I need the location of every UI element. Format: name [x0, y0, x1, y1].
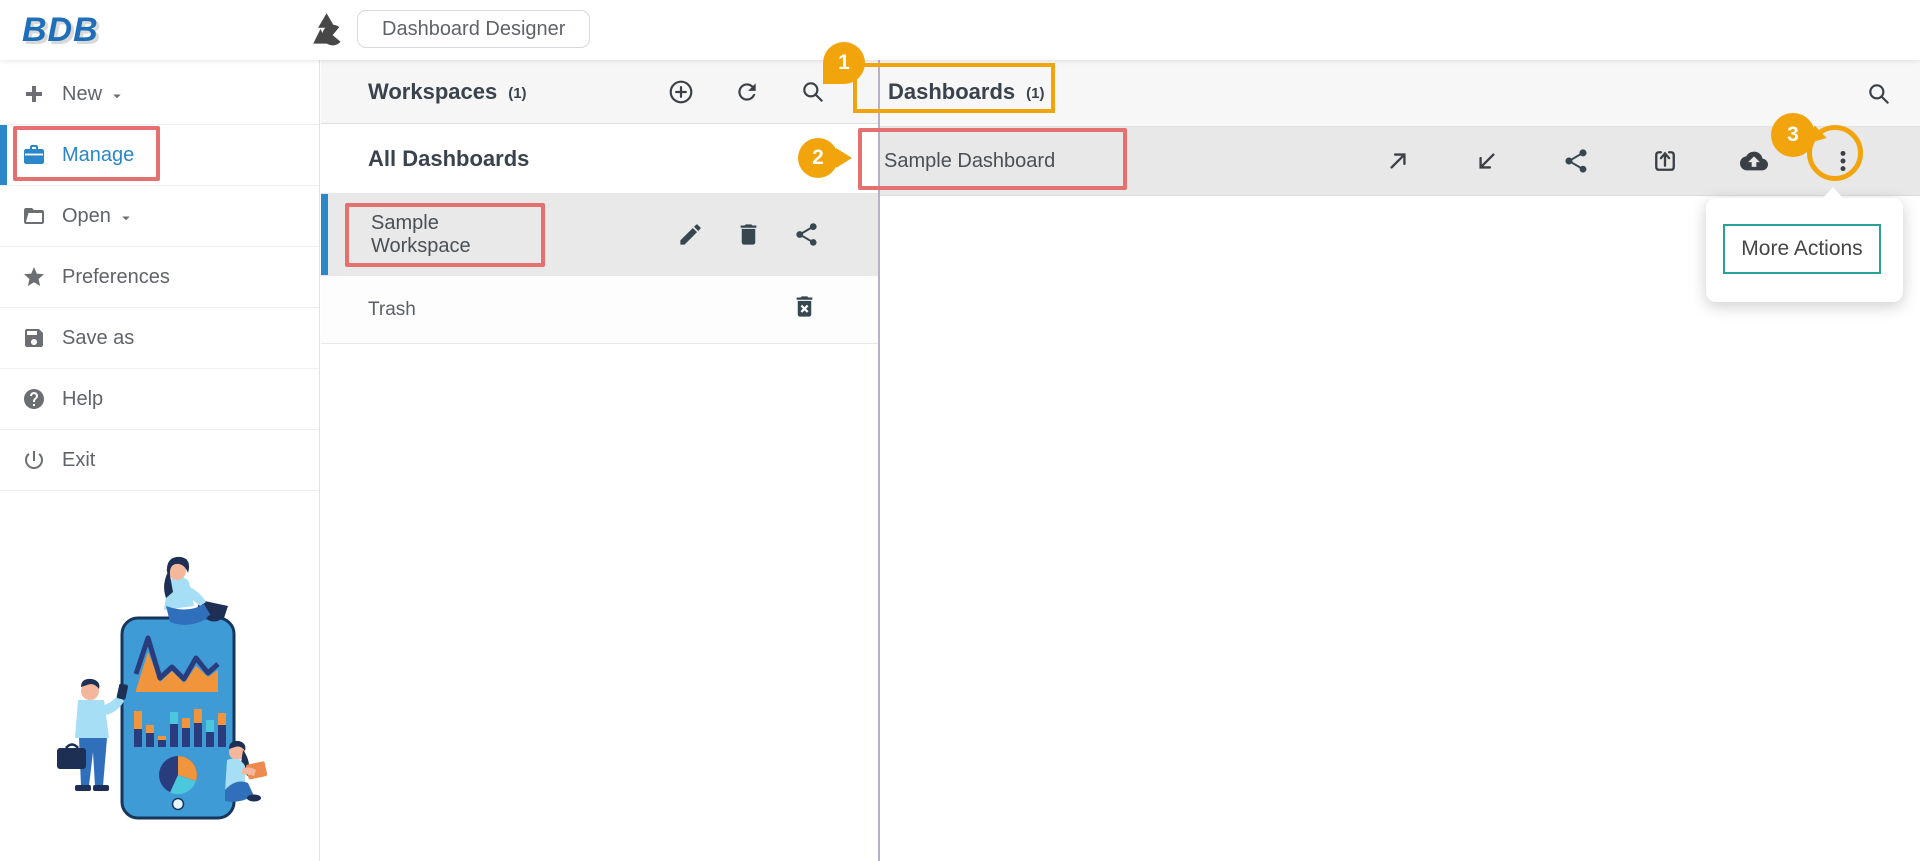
- sidebar-item-manage[interactable]: Manage: [0, 125, 319, 186]
- sidebar-item-label: New: [62, 82, 103, 105]
- badge-number: 3: [1787, 123, 1799, 146]
- topbar: BDB Dashboard Designer: [0, 0, 1920, 60]
- dashboards-header: Dashboards (1): [880, 60, 1920, 127]
- delete-forever-icon[interactable]: [791, 293, 818, 320]
- power-icon: [25, 451, 43, 469]
- sidebar-item-label: Save as: [62, 326, 135, 349]
- help-icon: [24, 389, 44, 409]
- sidebar-item-label: Preferences: [62, 265, 170, 288]
- sidebar-item-open[interactable]: Open: [0, 186, 319, 247]
- search-icon[interactable]: [1866, 81, 1892, 107]
- sidebar-item-label: Manage: [62, 143, 135, 166]
- briefcase-icon: [24, 145, 44, 164]
- analytics-illustration: [30, 540, 280, 830]
- dashboards-panel: Dashboards (1) Sample Dashboard: [880, 60, 1920, 861]
- workspaces-title: Workspaces: [368, 78, 498, 104]
- dashboard-row-sample-dashboard[interactable]: Sample Dashboard: [880, 127, 1920, 196]
- badge-number: 2: [812, 146, 824, 169]
- chevron-down-icon: [122, 216, 130, 220]
- row-label: All Dashboards: [368, 145, 530, 171]
- sidebar-item-help[interactable]: Help: [0, 369, 319, 430]
- dashboard-name: Sample Dashboard: [884, 149, 1056, 172]
- edit-icon[interactable]: [677, 221, 704, 248]
- dashboard-designer-app: BDB Dashboard Designer New Manage Open P…: [0, 0, 1920, 861]
- dashboards-title: Dashboards: [888, 79, 1016, 104]
- chevron-down-icon: [113, 94, 121, 98]
- more-vert-icon[interactable]: [1829, 147, 1857, 175]
- app-title: Dashboard Designer: [357, 10, 591, 48]
- folder-open-icon: [24, 208, 44, 224]
- delete-icon[interactable]: [735, 221, 762, 248]
- sidebar-item-label: Help: [62, 387, 104, 410]
- workspace-name: Sample Workspace: [371, 211, 471, 257]
- plus-icon: [26, 86, 42, 102]
- annotation-step-badge-1: 1: [823, 42, 865, 84]
- workspace-row-trash[interactable]: Trash: [321, 276, 878, 344]
- designer-logo-icon: [313, 13, 341, 46]
- workspaces-count: (1): [508, 84, 527, 102]
- dashboards-count: (1): [1026, 85, 1045, 102]
- sidebar-item-label: Open: [62, 204, 111, 227]
- add-circle-icon[interactable]: [668, 79, 694, 105]
- open-external-icon[interactable]: [1384, 147, 1412, 175]
- bdb-logo-text: BDB: [22, 10, 99, 49]
- row-label: Trash: [368, 298, 416, 320]
- workspaces-panel: Workspaces (1) All Dashboards Sample Wor…: [321, 60, 878, 861]
- star-icon: [24, 267, 44, 286]
- workspace-row-all-dashboards[interactable]: All Dashboards: [321, 124, 878, 194]
- annotation-step-badge-2: 2: [798, 138, 852, 178]
- annotation-step-badge-3: 3: [1771, 113, 1815, 157]
- active-indicator-bar: [0, 125, 7, 185]
- open-in-browser-icon[interactable]: [1651, 147, 1679, 175]
- more-actions-button[interactable]: More Actions: [1723, 224, 1881, 274]
- sidebar: New Manage Open Preferences Save as Help…: [0, 60, 320, 861]
- app-title-wrap: Dashboard Designer: [313, 10, 591, 48]
- share-icon[interactable]: [793, 221, 820, 248]
- share-icon[interactable]: [1562, 147, 1590, 175]
- sidebar-item-new[interactable]: New: [0, 64, 319, 125]
- selected-indicator-bar: [321, 194, 328, 275]
- sidebar-item-save-as[interactable]: Save as: [0, 308, 319, 369]
- workspace-row-sample-workspace[interactable]: Sample Workspace: [321, 194, 878, 276]
- workspaces-header: Workspaces (1): [321, 60, 878, 124]
- annotation-red-box-workspace: Sample Workspace: [345, 202, 545, 267]
- sidebar-item-exit[interactable]: Exit: [0, 430, 319, 491]
- more-actions-popup: More Actions: [1706, 187, 1903, 302]
- save-icon: [25, 329, 43, 347]
- bdb-logo[interactable]: BDB: [22, 8, 99, 52]
- import-icon[interactable]: [1473, 147, 1501, 175]
- sidebar-item-label: Exit: [62, 448, 96, 471]
- refresh-icon[interactable]: [734, 79, 760, 105]
- badge-number: 1: [838, 51, 850, 74]
- sidebar-item-preferences[interactable]: Preferences: [0, 247, 319, 308]
- cloud-upload-icon[interactable]: [1740, 147, 1768, 175]
